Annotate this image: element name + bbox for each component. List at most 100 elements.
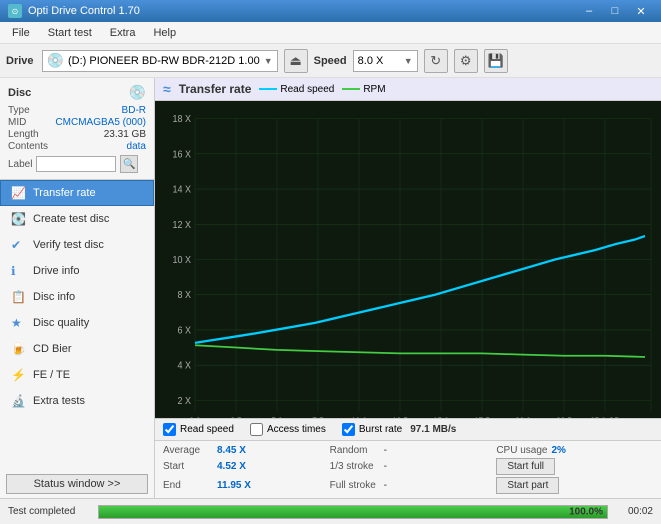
title-bar: ⊙ Opti Drive Control 1.70 – □ ✕ bbox=[0, 0, 661, 22]
disc-panel-title: Disc bbox=[8, 87, 31, 99]
status-bar: Test completed 100.0% 00:02 bbox=[0, 498, 661, 524]
random-value: - bbox=[384, 445, 387, 456]
menu-bar: File Start test Extra Help bbox=[0, 22, 661, 44]
speed-value: 8.0 X bbox=[358, 55, 400, 67]
nav-create-test-disc[interactable]: 💽 Create test disc bbox=[0, 206, 154, 232]
transfer-rate-icon: 📈 bbox=[11, 186, 27, 200]
nav-extra-tests[interactable]: 🔬 Extra tests bbox=[0, 388, 154, 414]
label-button[interactable]: 🔍 bbox=[120, 155, 138, 173]
menu-help[interactable]: Help bbox=[145, 25, 184, 41]
nav-drive-info[interactable]: ℹ Drive info bbox=[0, 258, 154, 284]
drive-toolbar: Drive 💿 (D:) PIONEER BD-RW BDR-212D 1.00… bbox=[0, 44, 661, 78]
drive-value: (D:) PIONEER BD-RW BDR-212D 1.00 bbox=[68, 55, 260, 67]
menu-extra[interactable]: Extra bbox=[102, 25, 144, 41]
read-speed-legend-label: Read speed bbox=[280, 84, 334, 95]
contents-value: data bbox=[127, 141, 146, 152]
length-value: 23.31 GB bbox=[104, 129, 146, 140]
menu-file[interactable]: File bbox=[4, 25, 38, 41]
start-label: Start bbox=[163, 461, 213, 472]
nav-fe-te-label: FE / TE bbox=[33, 369, 70, 381]
chart-header: ≈ Transfer rate Read speed RPM bbox=[155, 78, 661, 101]
svg-text:15.0: 15.0 bbox=[433, 415, 449, 418]
close-button[interactable]: ✕ bbox=[629, 3, 653, 19]
progress-text: 100.0% bbox=[569, 506, 603, 517]
stroke13-label: 1/3 stroke bbox=[330, 461, 380, 472]
disc-icon: 💿 bbox=[129, 84, 146, 101]
nav-disc-quality[interactable]: ★ Disc quality bbox=[0, 310, 154, 336]
svg-text:6 X: 6 X bbox=[178, 325, 192, 337]
progress-bar-container: 100.0% bbox=[98, 505, 608, 519]
nav-fe-te[interactable]: ⚡ FE / TE bbox=[0, 362, 154, 388]
nav-disc-info[interactable]: 📋 Disc info bbox=[0, 284, 154, 310]
svg-text:12.5: 12.5 bbox=[392, 415, 408, 418]
end-label: End bbox=[163, 480, 213, 491]
speed-label: Speed bbox=[314, 55, 347, 67]
disc-info-icon: 📋 bbox=[11, 290, 27, 304]
svg-text:7.5: 7.5 bbox=[312, 415, 323, 418]
chart-area: 18 X 16 X 14 X 12 X 10 X 8 X 6 X 4 X 2 X… bbox=[155, 101, 661, 418]
nav-transfer-rate[interactable]: 📈 Transfer rate bbox=[0, 180, 154, 206]
speed-selector[interactable]: 8.0 X ▼ bbox=[353, 50, 418, 72]
settings-button[interactable]: ⚙ bbox=[454, 49, 478, 73]
svg-text:4 X: 4 X bbox=[178, 360, 192, 372]
average-value: 8.45 X bbox=[217, 445, 257, 456]
extra-tests-icon: 🔬 bbox=[11, 394, 27, 408]
create-disc-icon: 💽 bbox=[11, 212, 27, 226]
eject-button[interactable]: ⏏ bbox=[284, 49, 308, 73]
full-stroke-label: Full stroke bbox=[330, 480, 380, 491]
svg-text:2 X: 2 X bbox=[178, 395, 192, 407]
contents-label: Contents bbox=[8, 141, 48, 152]
nav-cd-bier[interactable]: 🍺 CD Bier bbox=[0, 336, 154, 362]
svg-text:16 X: 16 X bbox=[173, 149, 192, 161]
svg-text:14 X: 14 X bbox=[173, 184, 192, 196]
nav-verify-disc-label: Verify test disc bbox=[33, 239, 104, 251]
read-speed-checkbox-label: Read speed bbox=[180, 424, 234, 435]
content-area: ≈ Transfer rate Read speed RPM bbox=[155, 78, 661, 498]
type-label: Type bbox=[8, 105, 30, 116]
type-value: BD-R bbox=[122, 105, 146, 116]
menu-start-test[interactable]: Start test bbox=[40, 25, 100, 41]
refresh-button[interactable]: ↻ bbox=[424, 49, 448, 73]
start-part-button[interactable]: Start part bbox=[496, 477, 559, 494]
svg-text:0.0: 0.0 bbox=[189, 415, 200, 418]
burst-rate-checkbox[interactable] bbox=[342, 423, 355, 436]
start-full-button[interactable]: Start full bbox=[496, 458, 555, 475]
svg-text:18 X: 18 X bbox=[173, 114, 192, 126]
minimize-button[interactable]: – bbox=[577, 3, 601, 19]
nav-verify-test-disc[interactable]: ✔ Verify test disc bbox=[0, 232, 154, 258]
verify-disc-icon: ✔ bbox=[11, 238, 27, 252]
label-label: Label bbox=[8, 159, 32, 170]
progress-bar-fill bbox=[99, 506, 607, 518]
read-speed-checkbox[interactable] bbox=[163, 423, 176, 436]
svg-text:10.0: 10.0 bbox=[351, 415, 367, 418]
save-button[interactable]: 💾 bbox=[484, 49, 508, 73]
nav-create-disc-label: Create test disc bbox=[33, 213, 109, 225]
status-text: Test completed bbox=[8, 506, 88, 517]
access-times-checkbox[interactable] bbox=[250, 423, 263, 436]
nav-transfer-rate-label: Transfer rate bbox=[33, 187, 96, 199]
app-title: Opti Drive Control 1.70 bbox=[28, 5, 140, 17]
status-window-button[interactable]: Status window >> bbox=[6, 474, 148, 494]
svg-text:5.0: 5.0 bbox=[271, 415, 282, 418]
drive-selector[interactable]: 💿 (D:) PIONEER BD-RW BDR-212D 1.00 ▼ bbox=[42, 50, 278, 72]
random-label: Random bbox=[330, 445, 380, 456]
svg-text:20.0: 20.0 bbox=[515, 415, 531, 418]
end-value: 11.95 X bbox=[217, 480, 257, 491]
mid-value: CMCMAGBA5 (000) bbox=[55, 117, 146, 128]
burst-rate-value: 97.1 MB/s bbox=[410, 424, 456, 435]
mid-label: MID bbox=[8, 117, 26, 128]
disc-panel: Disc 💿 Type BD-R MID CMCMAGBA5 (000) Len… bbox=[0, 78, 154, 180]
nav-extra-tests-label: Extra tests bbox=[33, 395, 85, 407]
svg-text:22.5: 22.5 bbox=[556, 415, 572, 418]
maximize-button[interactable]: □ bbox=[603, 3, 627, 19]
app-icon: ⊙ bbox=[8, 4, 22, 18]
nav-disc-quality-label: Disc quality bbox=[33, 317, 89, 329]
cpu-label: CPU usage bbox=[496, 445, 547, 456]
transfer-rate-chart: 18 X 16 X 14 X 12 X 10 X 8 X 6 X 4 X 2 X… bbox=[155, 101, 661, 418]
label-input[interactable] bbox=[36, 156, 116, 172]
nav-drive-info-label: Drive info bbox=[33, 265, 79, 277]
chart-controls: Read speed Access times Burst rate 97.1 … bbox=[155, 418, 661, 440]
disc-quality-icon: ★ bbox=[11, 316, 27, 330]
svg-text:12 X: 12 X bbox=[173, 219, 192, 231]
rpm-legend-color bbox=[342, 88, 360, 90]
